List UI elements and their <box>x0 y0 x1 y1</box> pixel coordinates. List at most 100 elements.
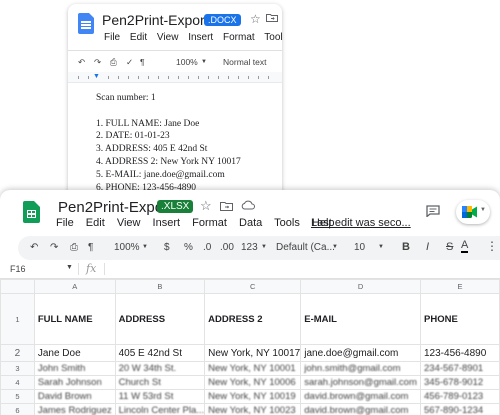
column-header-e[interactable]: E <box>420 279 500 294</box>
cell[interactable]: ADDRESS <box>114 293 206 345</box>
cell[interactable]: david.brown@gmail.com <box>300 389 421 404</box>
cell[interactable]: New York, NY 10019 <box>204 389 302 404</box>
star-icon[interactable]: ☆ <box>250 12 261 26</box>
docs-title[interactable]: Pen2Print-Export <box>102 12 209 28</box>
currency-button[interactable]: $ <box>164 242 170 253</box>
menu-insert[interactable]: Insert <box>153 217 181 229</box>
cell[interactable]: New York, NY 10001 <box>204 361 302 376</box>
cell[interactable]: James Rodriguez <box>33 403 116 415</box>
cell[interactable]: john.smith@gmail.com <box>300 361 421 376</box>
sheets-title[interactable]: Pen2Print-Export <box>58 199 172 216</box>
paint-format-icon[interactable]: ¶ <box>88 242 93 253</box>
document-body[interactable]: Scan number: 1 1. FULL NAME: Jane Doe 2.… <box>96 92 241 194</box>
cell[interactable]: sarah.johnson@gmail.com <box>300 375 421 390</box>
cell[interactable]: 405 E 42nd St <box>114 344 206 362</box>
column-header-c[interactable]: C <box>204 279 302 294</box>
sheets-logo-icon[interactable] <box>23 201 40 223</box>
print-icon[interactable]: ⎙ <box>70 242 78 253</box>
increase-decimal-button[interactable]: .00 <box>220 242 234 253</box>
cell[interactable]: 11 W 53rd St <box>114 389 206 404</box>
cell[interactable]: John Smith <box>33 361 116 376</box>
cell[interactable]: Lincoln Center Pla... <box>114 403 206 415</box>
chevron-down-icon: ▼ <box>332 244 338 250</box>
cell[interactable]: 234-567-8901 <box>420 361 500 376</box>
star-icon[interactable]: ☆ <box>200 198 212 214</box>
strikethrough-button[interactable]: S <box>446 241 453 253</box>
menu-format[interactable]: Format <box>192 217 227 229</box>
cell[interactable]: E-MAIL <box>300 293 421 345</box>
undo-icon[interactable]: ↶ <box>78 57 85 68</box>
cell[interactable]: 20 W 34th St. <box>114 361 206 376</box>
paint-format-icon[interactable]: ¶ <box>140 57 145 67</box>
menu-tools[interactable]: Tools <box>264 32 282 43</box>
undo-icon[interactable]: ↶ <box>30 242 38 253</box>
bold-button[interactable]: B <box>402 241 410 253</box>
more-options-icon[interactable]: ⋮ <box>486 239 498 253</box>
last-edit-link[interactable]: Last edit was seco... <box>311 217 411 229</box>
menu-tools[interactable]: Tools <box>274 217 300 229</box>
row-number[interactable]: 3 <box>0 361 35 376</box>
meet-icon <box>462 206 477 218</box>
cell[interactable]: New York, NY 10023 <box>204 403 302 415</box>
doc-line: 1. FULL NAME: Jane Doe <box>96 118 200 129</box>
name-box[interactable]: F16 <box>10 264 26 274</box>
chevron-down-icon[interactable]: ▼ <box>66 264 73 271</box>
cell[interactable]: jane.doe@gmail.com <box>300 344 421 362</box>
decrease-decimal-button[interactable]: .0 <box>203 242 211 253</box>
menu-edit[interactable]: Edit <box>130 32 147 43</box>
menu-format[interactable]: Format <box>223 32 255 43</box>
row-number[interactable]: 4 <box>0 375 35 390</box>
menu-data[interactable]: Data <box>239 217 262 229</box>
menu-view[interactable]: View <box>117 217 141 229</box>
cell[interactable]: 345-678-9012 <box>420 375 500 390</box>
percent-button[interactable]: % <box>184 242 193 253</box>
print-icon[interactable]: ⎙ <box>110 57 117 68</box>
menu-file[interactable]: File <box>56 217 74 229</box>
meet-button[interactable]: ▼ <box>456 200 490 224</box>
cell[interactable]: New York, NY 10006 <box>204 375 302 390</box>
cell[interactable]: FULL NAME <box>33 293 116 345</box>
font-size-select[interactable]: 10 <box>354 242 365 253</box>
zoom-select[interactable]: 100% <box>176 57 198 67</box>
row-number[interactable]: 5 <box>0 389 35 404</box>
cell[interactable]: david.brown@gmail.com <box>300 403 421 415</box>
row-number[interactable]: 6 <box>0 403 35 415</box>
comment-icon[interactable] <box>426 205 440 217</box>
cell[interactable]: Jane Doe <box>33 344 116 362</box>
menu-view[interactable]: View <box>157 32 179 43</box>
redo-icon[interactable]: ↷ <box>50 242 58 253</box>
column-header-a[interactable]: A <box>33 279 116 294</box>
cell[interactable]: ADDRESS 2 <box>204 293 302 345</box>
cell[interactable]: Church St <box>114 375 206 390</box>
column-header-b[interactable]: B <box>114 279 206 294</box>
cell[interactable]: 567-890-1234 <box>420 403 500 415</box>
cell[interactable]: 456-789-0123 <box>420 389 500 404</box>
indent-marker-icon[interactable]: ▼ <box>93 73 100 80</box>
menu-edit[interactable]: Edit <box>86 217 105 229</box>
text-color-button[interactable]: A <box>461 239 469 253</box>
cell[interactable]: Sarah Johnson <box>33 375 116 390</box>
italic-button[interactable]: I <box>426 241 429 253</box>
chevron-down-icon[interactable]: ▼ <box>201 59 207 65</box>
column-header-d[interactable]: D <box>300 279 421 294</box>
cell[interactable]: 123-456-4890 <box>420 344 500 362</box>
move-folder-icon[interactable] <box>266 13 278 22</box>
paragraph-style-select[interactable]: Normal text <box>223 57 266 67</box>
menu-file[interactable]: File <box>104 32 120 43</box>
redo-icon[interactable]: ↷ <box>94 57 101 68</box>
move-folder-icon[interactable] <box>220 201 233 211</box>
cloud-saved-icon[interactable] <box>241 200 255 210</box>
docs-logo-icon[interactable] <box>78 13 94 34</box>
number-format-select[interactable]: 123 <box>241 242 258 253</box>
zoom-select[interactable]: 100% <box>114 242 140 253</box>
font-select[interactable]: Default (Ca... <box>276 242 335 253</box>
menu-insert[interactable]: Insert <box>188 32 213 43</box>
column-header-row: A B C D E <box>0 279 500 294</box>
cell[interactable]: David Brown <box>33 389 116 404</box>
cell[interactable]: PHONE <box>420 293 500 345</box>
cell[interactable]: New York, NY 10017 <box>204 344 302 362</box>
select-all-corner[interactable] <box>0 279 35 294</box>
row-number[interactable]: 1 <box>0 293 35 345</box>
spellcheck-icon[interactable]: ✓ <box>126 57 133 68</box>
row-number[interactable]: 2 <box>0 344 35 362</box>
